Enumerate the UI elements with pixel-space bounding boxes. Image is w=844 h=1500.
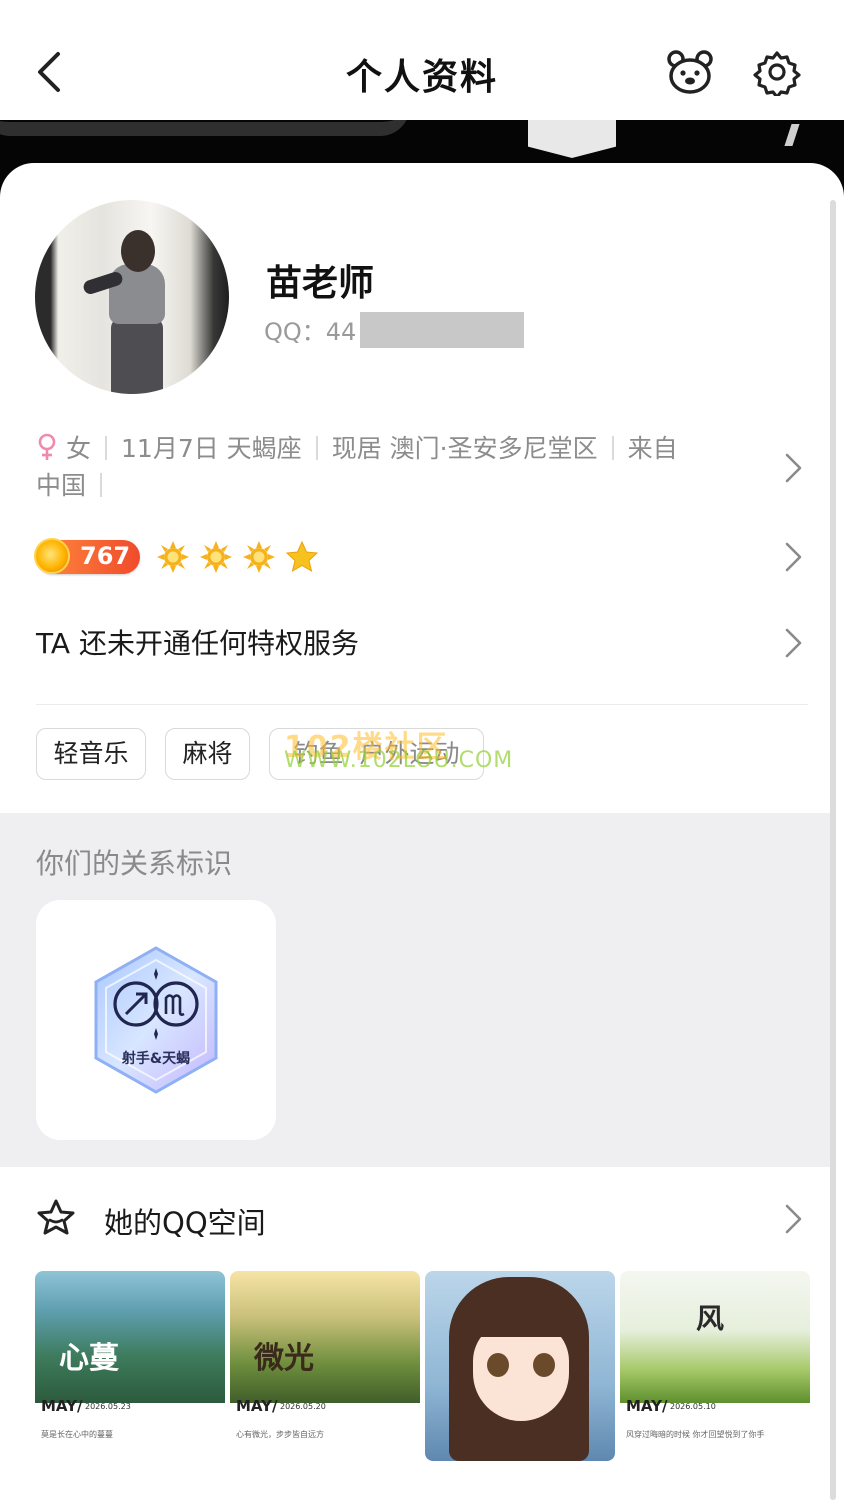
chevron-right-icon[interactable] (782, 452, 804, 484)
photo-month: MAY/ (41, 1397, 83, 1415)
cover-decoration (784, 124, 800, 146)
hometown-prefix: 来自 (627, 434, 678, 463)
location-text: 现居 澳门·圣安多尼堂区 (331, 434, 598, 463)
photo-month: MAY/ (626, 1397, 668, 1415)
qq-number-redaction (360, 312, 524, 348)
avatar[interactable] (35, 200, 229, 394)
avatar-figure (111, 318, 163, 394)
photo-image (487, 1353, 509, 1377)
star-outline-icon (36, 1198, 76, 1238)
hometown-text: 中国 (36, 471, 87, 500)
page-title: 个人资料 (345, 57, 498, 98)
chevron-right-icon[interactable] (782, 541, 804, 573)
photo-date: 2026.05.20 (280, 1402, 326, 1411)
qzone-photo[interactable]: 心蔓 MAY/ 2026.05.23 莫是长在心中的蔓蔓 (35, 1271, 225, 1461)
interest-tag[interactable]: 麻将 (165, 728, 250, 780)
qzone-title[interactable]: 她的QQ空间 (104, 1200, 266, 1242)
gender-text: 女 (66, 434, 92, 463)
gear-icon[interactable] (752, 48, 802, 99)
qzone-photo[interactable]: 微光 MAY/ 2026.05.20 心有微光，步步皆自远方 (230, 1271, 420, 1461)
qq-number: QQ：44 (264, 318, 357, 346)
top-nav-bar: 个人资料 (0, 0, 844, 120)
divider (100, 473, 103, 497)
photo-date: 2026.05.10 (670, 1402, 716, 1411)
cover-decoration (0, 120, 410, 136)
chevron-right-icon[interactable] (782, 1203, 804, 1235)
divider (611, 436, 614, 460)
relation-card[interactable]: 射手&天蝎 (36, 900, 276, 1140)
birthday-text: 11月7日 天蝎座 (121, 434, 302, 463)
profile-name: 苗老师 (266, 263, 375, 304)
relation-badge-label: 射手&天蝎 (121, 1051, 191, 1067)
photo-image (465, 1293, 577, 1337)
photo-title: 微光 (254, 1341, 314, 1376)
photo-date: 2026.05.23 (85, 1402, 131, 1411)
photo-caption: 心有微光，步步皆自远方 (236, 1430, 324, 1439)
star-icon (285, 540, 319, 573)
interest-tag[interactable]: 钓鱼 户外运动 (269, 728, 484, 780)
sun-icon (200, 541, 232, 573)
divider (315, 436, 318, 460)
divider (36, 704, 808, 705)
sun-icon (157, 541, 189, 573)
zodiac-badge-icon (94, 946, 218, 1094)
qzone-photo[interactable]: 风 MAY/ 2026.05.10 风穿过晦暗的时候 你才回望悦到了你手 (620, 1271, 810, 1461)
cover-decoration (528, 120, 616, 158)
profile-info-row[interactable]: 女 11月7日 天蝎座 现居 澳门·圣安多尼堂区 来自 中国 (36, 430, 766, 504)
photo-month: MAY/ (236, 1397, 278, 1415)
privilege-status[interactable]: TA 还未开通任何特权服务 (36, 622, 359, 662)
photo-image (533, 1353, 555, 1377)
level-badge: 767 (34, 538, 140, 574)
qzone-photo[interactable] (425, 1271, 615, 1461)
interest-tag-label: 户外运动 (359, 739, 460, 768)
divider (105, 436, 108, 460)
scrollbar[interactable] (830, 200, 836, 1500)
female-icon (36, 433, 58, 461)
sun-icon (243, 541, 275, 573)
interest-tag[interactable]: 轻音乐 (36, 728, 146, 780)
coin-icon (34, 538, 70, 574)
relation-title: 你们的关系标识 (36, 847, 233, 880)
photo-caption: 莫是长在心中的蔓蔓 (41, 1430, 113, 1439)
interest-tag-label: 钓鱼 (293, 739, 344, 768)
photo-title: 风 (696, 1302, 725, 1335)
avatar-figure (121, 230, 155, 272)
photo-title: 心蔓 (59, 1341, 119, 1376)
photo-caption: 风穿过晦暗的时候 你才回望悦到了你手 (626, 1430, 765, 1439)
bear-face-icon[interactable] (664, 48, 716, 96)
level-number: 767 (80, 542, 131, 570)
photo-image (620, 1271, 810, 1403)
chevron-right-icon[interactable] (782, 627, 804, 659)
